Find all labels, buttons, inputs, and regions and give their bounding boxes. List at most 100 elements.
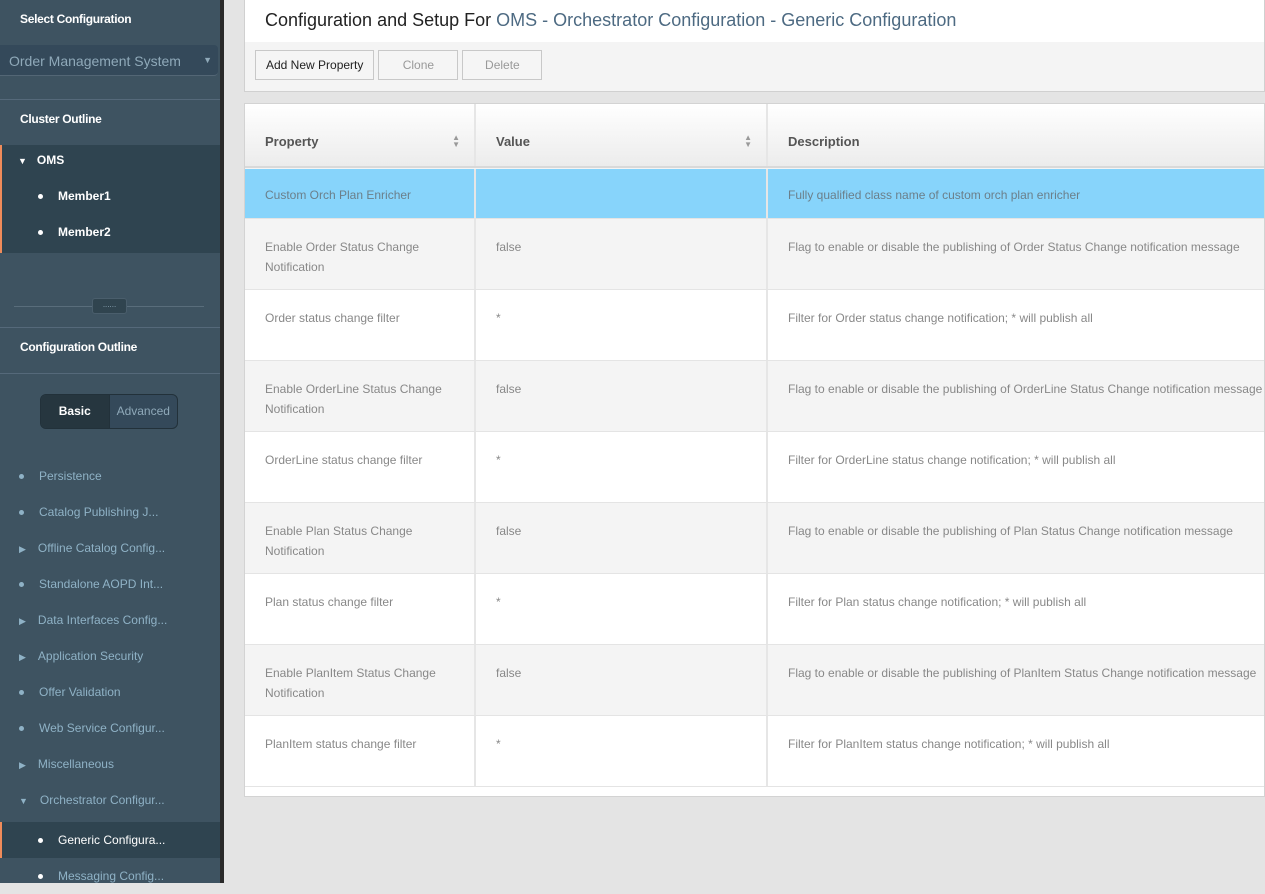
bullet-icon <box>19 726 24 732</box>
cluster-tree: ▼ OMS Member1 Member2 <box>0 145 220 253</box>
cell-description: Filter for PlanItem status change notifi… <box>788 737 1110 751</box>
cell-description: Fully qualified class name of custom orc… <box>788 188 1081 202</box>
table-row[interactable]: PlanItem status change filter * Filter for… <box>245 716 1264 787</box>
table-row[interactable]: Enable PlanItem Status Change Notificati… <box>245 645 1264 716</box>
cell-property: PlanItem status change filter <box>245 716 476 786</box>
tree-node-label: Member2 <box>58 225 111 239</box>
table-row[interactable]: Plan status change filter * Filter for Pla… <box>245 574 1264 645</box>
nav-label: Catalog Publishing J... <box>39 505 159 519</box>
column-header-property[interactable]: Property ▲ ▼ <box>245 104 476 166</box>
caret-right-icon: ▶ <box>19 544 26 554</box>
nav-label: Application Security <box>37 649 144 663</box>
nav-item[interactable]: ▼ Orchestrator Configur... <box>0 782 220 818</box>
nav-item[interactable]: Catalog Publishing J... <box>0 494 220 530</box>
cell-value[interactable] <box>476 169 768 218</box>
properties-table: Property ▲ ▼ Value ▲ ▼ Description Custom Or… <box>244 103 1265 797</box>
splitter-handle[interactable]: ...... <box>92 298 127 314</box>
title-prefix: Configuration and Setup For <box>265 10 492 30</box>
tree-node-label: Member1 <box>58 189 111 203</box>
tree-node-label: OMS <box>36 153 65 167</box>
cell-value[interactable]: * <box>476 290 768 360</box>
add-new-property-button[interactable]: Add New Property <box>255 50 375 80</box>
cell-description: Flag to enable or disable the publishing… <box>788 240 1240 254</box>
cell-description: Flag to enable or disable the publishing… <box>788 524 1233 538</box>
nav-item[interactable]: ▶ Miscellaneous <box>0 746 220 782</box>
sort-icon: ▲ ▼ <box>452 133 460 149</box>
column-header-value[interactable]: Value ▲ ▼ <box>476 104 768 166</box>
nav-item[interactable]: Persistence <box>0 458 220 494</box>
chevron-down-icon: ▼ <box>203 55 212 65</box>
clone-button[interactable]: Clone <box>378 50 459 80</box>
cell-property: Order status change filter <box>245 290 476 360</box>
nav-label: Miscellaneous <box>37 757 114 771</box>
select-configuration-title: Select Configuration <box>20 12 132 26</box>
cell-property: Enable Order Status Change Notification <box>245 219 476 289</box>
bullet-icon <box>19 690 24 696</box>
tree-node-member2[interactable]: Member2 <box>38 225 111 239</box>
bullet-icon <box>19 474 24 480</box>
bullet-icon <box>38 230 43 236</box>
nav-item[interactable]: Offer Validation <box>0 674 220 710</box>
cell-value[interactable]: false <box>476 219 768 289</box>
sidebar-border <box>220 0 224 883</box>
nav-item[interactable]: ▶ Application Security <box>0 638 220 674</box>
cell-description: Flag to enable or disable the publishing… <box>788 382 1263 396</box>
nav-label: Generic Configura... <box>58 833 166 847</box>
table-row[interactable]: Enable Order Status Change Notification f… <box>245 219 1264 290</box>
bullet-icon <box>38 194 43 200</box>
column-header-description[interactable]: Description <box>768 104 1264 166</box>
nav-label: Web Service Configur... <box>39 721 165 735</box>
sort-icon: ▲ ▼ <box>744 133 752 149</box>
nav-item-messaging-configuration[interactable]: Messaging Config... <box>0 858 220 894</box>
configuration-select[interactable]: Order Management System ▼ <box>0 45 218 76</box>
cluster-outline-title: Cluster Outline <box>20 112 102 126</box>
table-row[interactable]: Order status change filter * Filter for Or… <box>245 290 1264 361</box>
cell-property: Custom Orch Plan Enricher <box>245 169 476 218</box>
tree-node-oms[interactable]: ▼ OMS <box>18 153 64 167</box>
table-row[interactable]: OrderLine status change filter * Filter fo… <box>245 432 1264 503</box>
selected-configuration: Order Management System <box>9 53 181 69</box>
cell-value[interactable]: false <box>476 645 768 715</box>
cell-property: Enable Plan Status Change Notification <box>245 503 476 573</box>
title-path: OMS - Orchestrator Configuration - Gener… <box>496 10 957 30</box>
nav-label: Standalone AOPD Int... <box>39 577 164 591</box>
caret-right-icon: ▶ <box>19 760 26 770</box>
table-row[interactable]: Enable Plan Status Change Notification fa… <box>245 503 1264 574</box>
configuration-outline-title: Configuration Outline <box>20 340 138 354</box>
nav-label: Offline Catalog Config... <box>37 541 166 555</box>
delete-button[interactable]: Delete <box>462 50 543 80</box>
toggle-basic[interactable]: Basic <box>41 395 109 428</box>
cell-property: Plan status change filter <box>245 574 476 644</box>
caret-right-icon: ▶ <box>19 616 26 626</box>
nav-item[interactable]: Web Service Configur... <box>0 710 220 746</box>
caret-right-icon: ▶ <box>19 652 26 662</box>
nav-label: Persistence <box>39 469 102 483</box>
cell-value[interactable]: * <box>476 716 768 786</box>
basic-advanced-toggle: Basic Advanced <box>40 394 178 429</box>
nav-label: Data Interfaces Config... <box>37 613 168 627</box>
table-row[interactable]: Enable OrderLine Status Change Notificat… <box>245 361 1264 432</box>
cell-value[interactable]: * <box>476 574 768 644</box>
divider <box>0 373 220 374</box>
cell-property: Enable PlanItem Status Change Notificati… <box>245 645 476 715</box>
toggle-advanced[interactable]: Advanced <box>108 395 178 428</box>
cell-property: Enable OrderLine Status Change Notificat… <box>245 361 476 431</box>
nav-item[interactable]: Standalone AOPD Int... <box>0 566 220 602</box>
column-label: Value <box>496 134 530 149</box>
nav-label: Orchestrator Configur... <box>39 793 165 807</box>
header-panel: Configuration and Setup For OMS - Orches… <box>244 0 1265 92</box>
nav-item[interactable]: ▶ Data Interfaces Config... <box>0 602 220 638</box>
page-title: Configuration and Setup For OMS - Orches… <box>245 0 1264 42</box>
nav-item-generic-configuration[interactable]: Generic Configura... <box>0 822 220 858</box>
cell-description: Flag to enable or disable the publishing… <box>788 666 1257 680</box>
nav-item[interactable]: ▶ Offline Catalog Config... <box>0 530 220 566</box>
table-row[interactable]: Custom Orch Plan Enricher Fully qualified… <box>245 169 1264 219</box>
toolbar: Add New Property Clone Delete <box>245 42 1264 88</box>
table-row-partial <box>245 787 1264 796</box>
cell-value[interactable]: false <box>476 361 768 431</box>
cell-value[interactable]: * <box>476 432 768 502</box>
cell-value[interactable]: false <box>476 503 768 573</box>
caret-down-icon: ▼ <box>19 796 28 806</box>
nav-label: Offer Validation <box>39 685 121 699</box>
tree-node-member1[interactable]: Member1 <box>38 189 111 203</box>
